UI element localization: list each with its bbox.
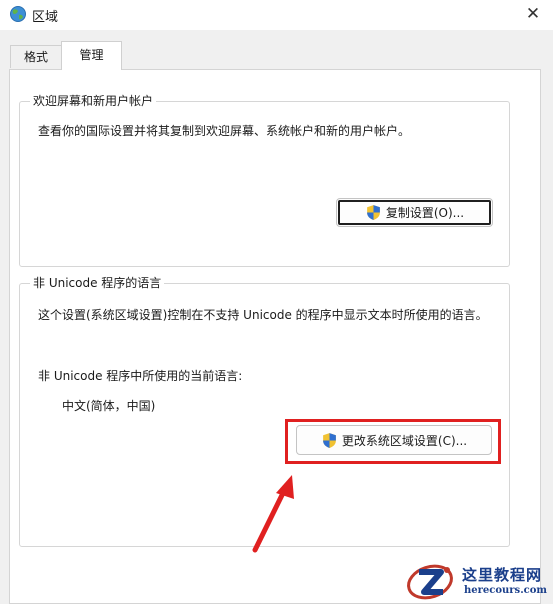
globe-icon	[10, 6, 26, 22]
red-arrow-annotation	[252, 475, 294, 553]
tab-format[interactable]: 格式	[10, 45, 62, 68]
welcome-group-title: 欢迎屏幕和新用户帐户	[30, 93, 157, 109]
watermark-title: 这里教程网	[462, 566, 543, 584]
watermark-url: herecours.com	[464, 585, 548, 596]
site-watermark: 这里教程网 herecours.com	[405, 560, 553, 604]
watermark-logo-icon	[407, 564, 453, 600]
red-highlight-box	[285, 419, 501, 464]
window-title: 区域	[32, 10, 59, 25]
copy-settings-button[interactable]: 复制设置(O)...	[336, 198, 493, 227]
close-icon: ✕	[525, 4, 541, 24]
copy-settings-label: 复制设置(O)...	[385, 206, 465, 220]
non-unicode-group-title: 非 Unicode 程序的语言	[30, 275, 165, 291]
title-bar: 区域 ✕	[0, 0, 553, 30]
close-button[interactable]: ✕	[513, 0, 553, 30]
current-language-value: 中文(简体，中国)	[62, 399, 156, 413]
non-unicode-description: 这个设置(系统区域设置)控制在不支持 Unicode 的程序中显示文本时所使用的…	[38, 308, 488, 322]
welcome-group-description: 查看你的国际设置并将其复制到欢迎屏幕、系统帐户和新的用户帐户。	[38, 124, 411, 138]
tab-manage[interactable]: 管理	[61, 41, 122, 70]
current-language-label: 非 Unicode 程序中所使用的当前语言:	[38, 369, 243, 383]
uac-shield-icon	[366, 205, 380, 220]
